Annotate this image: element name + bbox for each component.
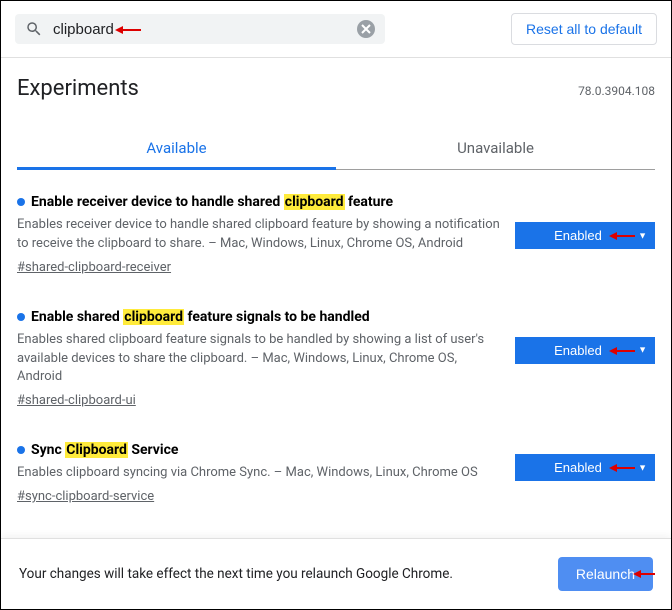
flag-item: Enable shared clipboard feature signals … — [17, 285, 655, 419]
flag-status-select[interactable]: Enabled ▼ — [515, 337, 655, 364]
title-row: Experiments 78.0.3904.108 — [1, 58, 671, 101]
footer-bar: Your changes will take effect the next t… — [1, 538, 671, 609]
header-bar: Reset all to default — [1, 1, 671, 58]
tabs: Available Unavailable — [17, 129, 655, 170]
flag-status-select[interactable]: Enabled ▼ — [515, 454, 655, 481]
modified-dot-icon — [17, 446, 25, 454]
flag-title: Enable receiver device to handle shared … — [17, 194, 501, 210]
flag-status-select[interactable]: Enabled ▼ — [515, 222, 655, 249]
highlight: clipboard — [123, 309, 184, 325]
flag-title: Sync Clipboard Service — [17, 442, 501, 458]
highlight: clipboard — [284, 194, 345, 210]
search-input[interactable] — [53, 21, 357, 38]
search-box[interactable] — [15, 14, 385, 44]
flag-list: Enable receiver device to handle shared … — [1, 170, 671, 514]
version-label: 78.0.3904.108 — [578, 84, 655, 98]
flag-description: Enables shared clipboard feature signals… — [17, 331, 501, 388]
flag-item: Sync Clipboard Service Enables clipboard… — [17, 418, 655, 514]
footer-message: Your changes will take effect the next t… — [19, 566, 453, 582]
relaunch-button[interactable]: Relaunch — [558, 557, 653, 591]
flag-anchor-link[interactable]: #shared-clipboard-receiver — [17, 260, 171, 275]
flag-anchor-link[interactable]: #shared-clipboard-ui — [17, 393, 136, 408]
modified-dot-icon — [17, 198, 25, 206]
flag-description: Enables receiver device to handle shared… — [17, 216, 501, 254]
clear-search-button[interactable] — [357, 20, 375, 38]
annotation-arrow-icon — [633, 568, 655, 580]
flag-title: Enable shared clipboard feature signals … — [17, 309, 501, 325]
page-title: Experiments — [17, 76, 139, 101]
tab-available[interactable]: Available — [17, 129, 336, 170]
flag-description: Enables clipboard syncing via Chrome Syn… — [17, 464, 501, 483]
search-icon — [25, 20, 43, 38]
highlight: Clipboard — [65, 442, 128, 458]
flag-anchor-link[interactable]: #sync-clipboard-service — [17, 489, 154, 504]
tab-unavailable[interactable]: Unavailable — [336, 129, 655, 170]
modified-dot-icon — [17, 313, 25, 321]
reset-all-button[interactable]: Reset all to default — [511, 13, 657, 45]
flag-item: Enable receiver device to handle shared … — [17, 170, 655, 285]
